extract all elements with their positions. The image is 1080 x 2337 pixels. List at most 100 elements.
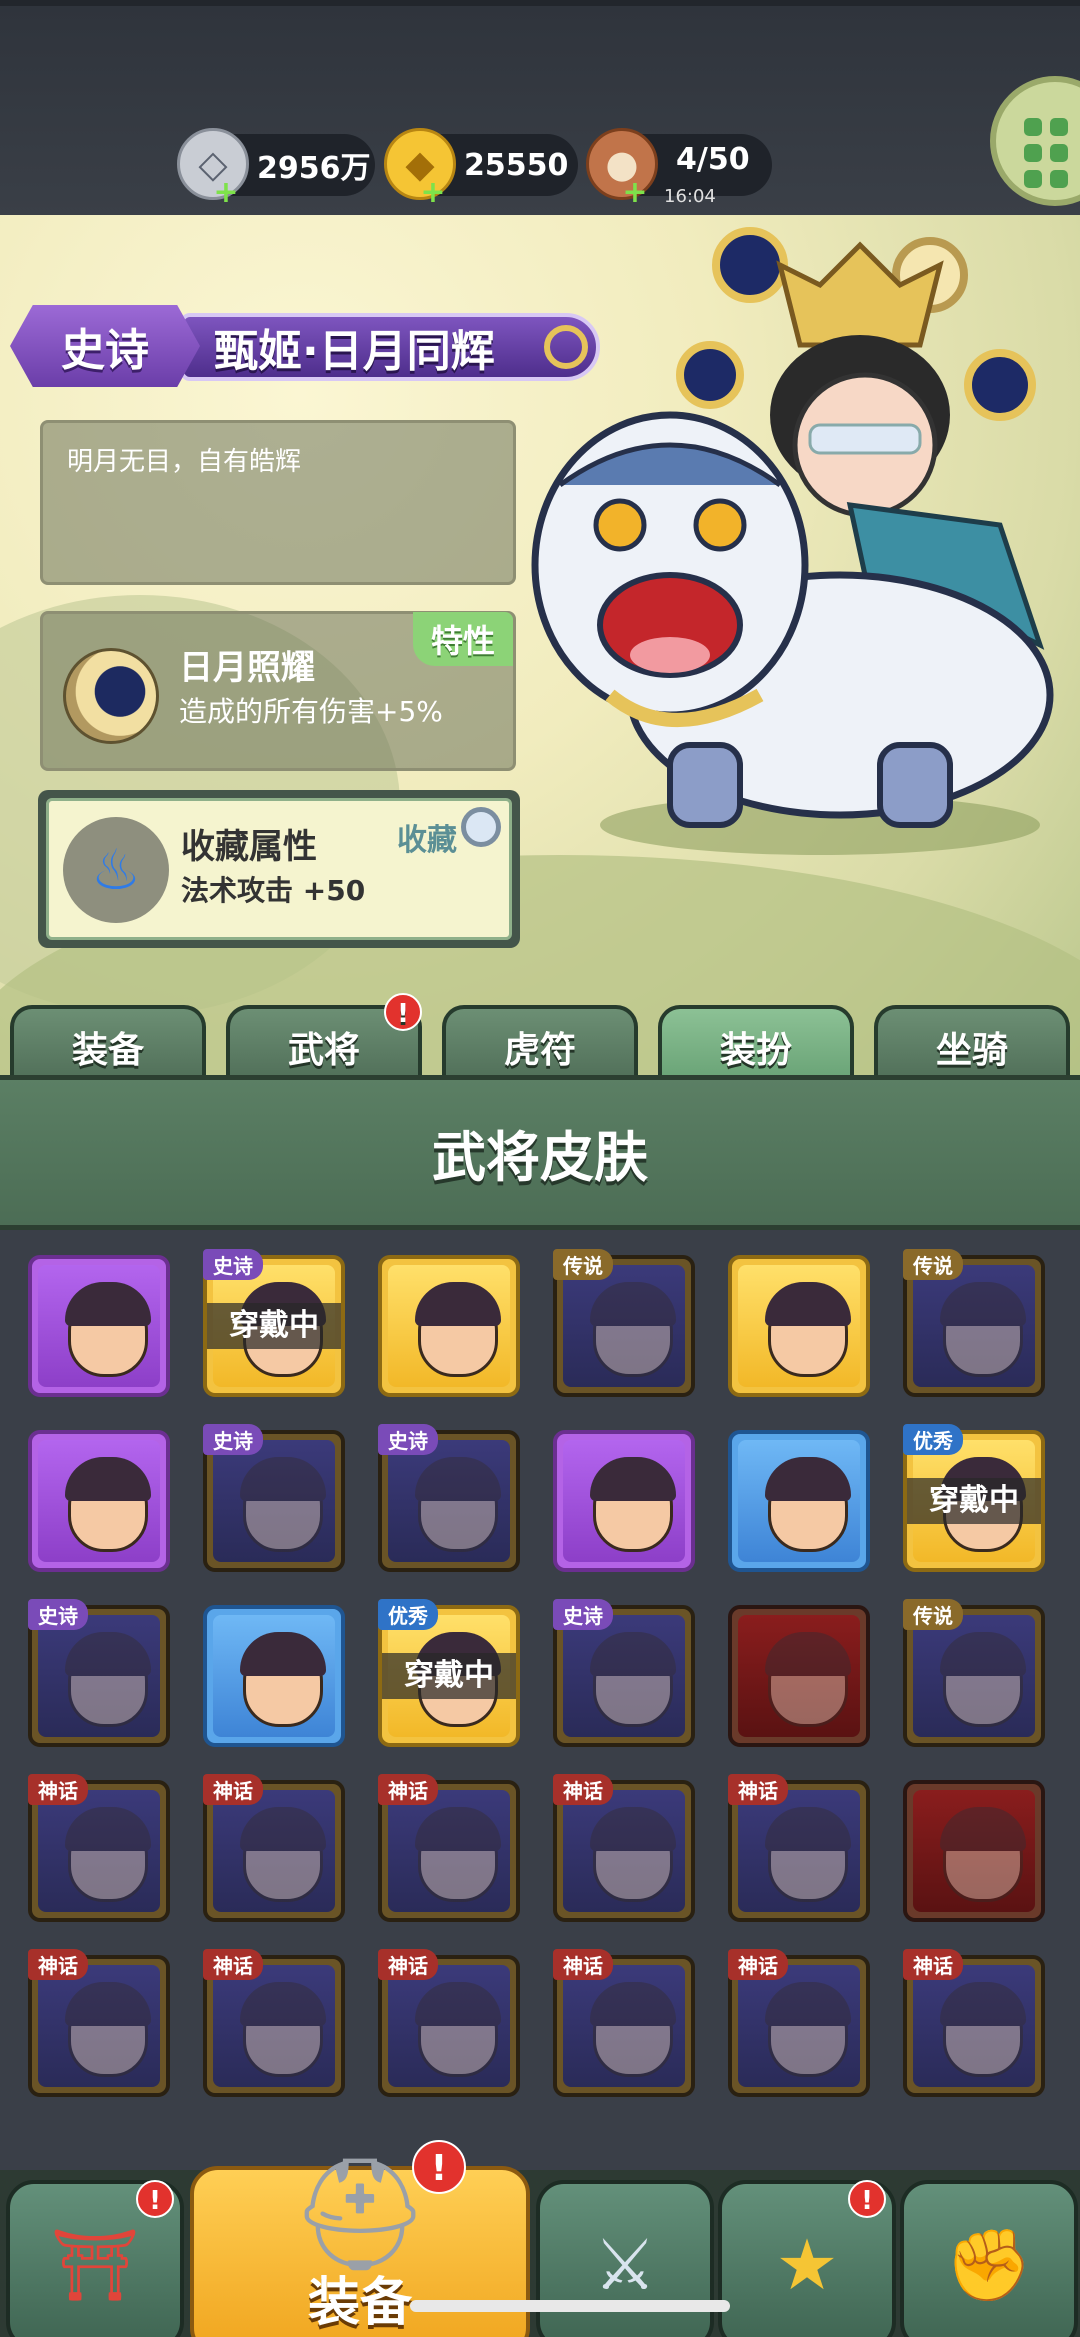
skin-portrait: [590, 1982, 676, 2077]
generals-alert-icon: !: [384, 993, 422, 1031]
general-skin-illustration: [531, 227, 1054, 855]
skin-portrait: [590, 1807, 676, 1902]
skin-cell[interactable]: 神话: [553, 1774, 695, 1922]
skin-cell[interactable]: 神话: [378, 1949, 520, 2097]
add-gold-icon[interactable]: +: [420, 178, 446, 208]
skin-portrait: [765, 1807, 851, 1902]
skin-cell[interactable]: [28, 1430, 170, 1572]
skin-portrait: [240, 1982, 326, 2077]
skin-cell[interactable]: [903, 1780, 1045, 1922]
stamina-value: 4/50: [676, 141, 750, 177]
rarity-tag: 传说: [553, 1249, 613, 1280]
section-title: 武将皮肤: [432, 1126, 648, 1189]
fist-upgrade-icon: ✊: [945, 2224, 1033, 2306]
rarity-tag: 神话: [903, 1949, 963, 1980]
skin-portrait: [240, 1632, 326, 1727]
nav-upgrade[interactable]: ✊: [900, 2180, 1078, 2337]
skin-cell-frame: [213, 1790, 335, 1912]
rarity-tag: 史诗: [203, 1424, 263, 1455]
stamina-resource[interactable]: ● 4/50 16:04 +: [586, 128, 772, 208]
add-silver-icon[interactable]: +: [213, 178, 239, 208]
skin-cell[interactable]: [728, 1430, 870, 1572]
rarity-tag: 神话: [203, 1774, 263, 1805]
skin-cell-frame: [38, 1265, 160, 1387]
wearing-label: 穿戴中: [207, 1303, 341, 1349]
gold-resource[interactable]: ◆ 25550 +: [384, 128, 578, 208]
rarity-tag: 传说: [903, 1249, 963, 1280]
skin-cell[interactable]: 优秀 穿戴中: [903, 1424, 1045, 1572]
skin-cell[interactable]: 神话: [378, 1774, 520, 1922]
collection-panel[interactable]: ♨ 收藏属性 法术攻击 +50 收藏: [38, 790, 520, 948]
skin-cell[interactable]: 史诗: [378, 1424, 520, 1572]
trait-name: 日月照耀: [179, 648, 315, 688]
skin-cell[interactable]: [378, 1255, 520, 1397]
skin-portrait: [940, 1982, 1026, 2077]
skin-cell[interactable]: [28, 1255, 170, 1397]
shop-alert-icon: !: [136, 2180, 174, 2218]
skin-cell-frame: [38, 1440, 160, 1562]
skin-cell[interactable]: 传说: [903, 1249, 1045, 1397]
rarity-tag: 神话: [203, 1949, 263, 1980]
add-stamina-icon[interactable]: +: [622, 178, 648, 208]
skin-cell[interactable]: [728, 1255, 870, 1397]
skin-cell[interactable]: [203, 1605, 345, 1747]
skin-cell-frame: [563, 1965, 685, 2087]
rank-stars-icon: ★: [775, 2224, 839, 2306]
skin-cell[interactable]: 神话: [28, 1774, 170, 1922]
tab-generals[interactable]: 武将 !: [226, 993, 422, 1085]
skin-portrait: [940, 1807, 1026, 1902]
skin-portrait: [765, 1457, 851, 1552]
skin-cell[interactable]: 史诗: [28, 1599, 170, 1747]
skin-cell[interactable]: 神话: [728, 1949, 870, 2097]
skin-cell[interactable]: [728, 1605, 870, 1747]
magnifier-icon[interactable]: [461, 807, 501, 847]
skin-cell[interactable]: 传说: [553, 1249, 695, 1397]
menu-button[interactable]: [990, 76, 1080, 206]
skin-cell[interactable]: 优秀 穿戴中: [378, 1599, 520, 1747]
rarity-tag: 神话: [553, 1949, 613, 1980]
skin-portrait: [240, 1807, 326, 1902]
skin-cell[interactable]: 史诗穿戴中: [203, 1249, 345, 1397]
skin-cell-frame: [913, 1615, 1035, 1737]
skin-cell[interactable]: 神话: [553, 1949, 695, 2097]
rarity-tag: 史诗: [203, 1249, 263, 1280]
nav-shop[interactable]: ⛩ !: [6, 2180, 184, 2337]
flame-icon: ♨: [63, 817, 169, 923]
trait-badge: 特性: [412, 612, 513, 666]
tab-equipment[interactable]: 装备: [10, 1005, 206, 1085]
nav-equipment-label: 装备: [307, 2273, 412, 2333]
skin-cell[interactable]: 神话: [203, 1949, 345, 2097]
skin-cell-frame: [913, 1790, 1035, 1912]
tab-tiger-tally[interactable]: 虎符: [442, 1005, 638, 1085]
rarity-tag: 史诗: [378, 1424, 438, 1455]
skin-cell[interactable]: 神话: [28, 1949, 170, 2097]
skin-portrait: [940, 1632, 1026, 1727]
rarity-tag: 神话: [378, 1774, 438, 1805]
rarity-tag: 神话: [28, 1774, 88, 1805]
skin-portrait: [415, 1282, 501, 1377]
skin-cell-frame: [563, 1615, 685, 1737]
collection-tag: 收藏: [397, 823, 457, 858]
rarity-badge: 史诗: [10, 305, 200, 387]
rarity-tag: 史诗: [28, 1599, 88, 1630]
skin-portrait: [765, 1632, 851, 1727]
tab-mount[interactable]: 坐骑: [874, 1005, 1070, 1085]
skin-portrait: [415, 1982, 501, 2077]
skin-cell-frame: [738, 1965, 860, 2087]
home-indicator: [410, 2300, 730, 2312]
rarity-tag: 优秀: [903, 1424, 963, 1455]
skin-cell[interactable]: 神话: [903, 1949, 1045, 2097]
nav-rank[interactable]: ★ !: [718, 2180, 896, 2337]
silver-resource[interactable]: ◇ 2956万 +: [177, 128, 375, 208]
skin-cell[interactable]: 神话: [203, 1774, 345, 1922]
skin-portrait: [415, 1807, 501, 1902]
skin-cell[interactable]: 传说: [903, 1599, 1045, 1747]
skin-cell[interactable]: 神话: [728, 1774, 870, 1922]
skin-cell[interactable]: 史诗: [203, 1424, 345, 1572]
skin-cell[interactable]: 史诗: [553, 1599, 695, 1747]
skin-cell-frame: [213, 1440, 335, 1562]
tab-costume[interactable]: 装扮: [658, 1005, 854, 1085]
skin-cell[interactable]: [553, 1430, 695, 1572]
nav-battle[interactable]: ⚔: [536, 2180, 714, 2337]
skin-portrait: [415, 1457, 501, 1552]
